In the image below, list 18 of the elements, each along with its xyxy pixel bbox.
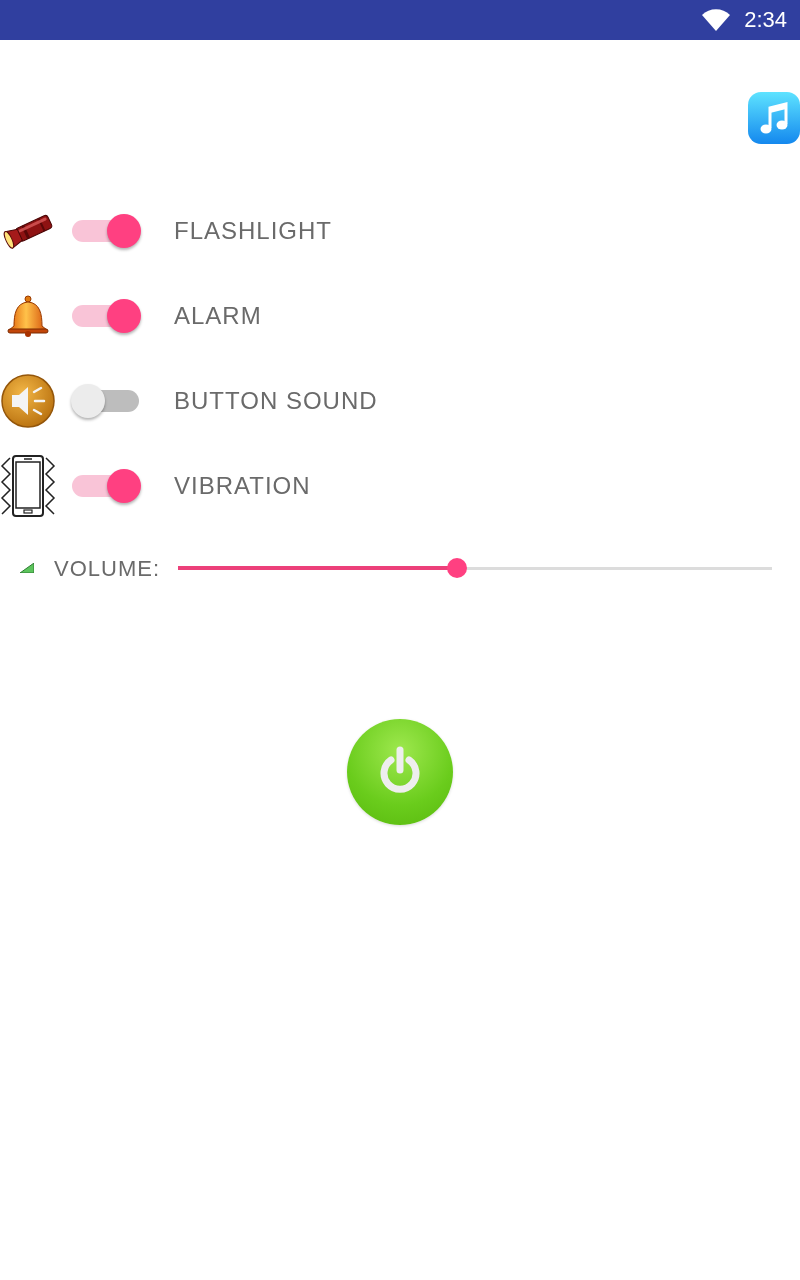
vibrating-phone-icon	[0, 453, 56, 518]
toggle-switch[interactable]	[71, 298, 141, 333]
bell-icon	[6, 294, 50, 337]
slider-thumb[interactable]	[447, 558, 468, 578]
toggle-switch[interactable]	[71, 383, 141, 418]
setting-label: FLASHLIGHT	[174, 215, 333, 246]
wifi-icon	[702, 9, 731, 31]
speaker-icon	[1, 373, 55, 428]
toggle-switch[interactable]	[71, 468, 141, 503]
setting-label: VIBRATION	[174, 470, 311, 501]
status-time: 2:34	[744, 9, 787, 31]
setting-label: BUTTON SOUND	[174, 385, 378, 416]
music-button[interactable]	[748, 92, 800, 144]
volume-label: VOLUME:	[54, 554, 161, 583]
setting-label: ALARM	[174, 300, 262, 331]
toggle-switch[interactable]	[71, 213, 141, 248]
signal-icon	[20, 563, 34, 573]
music-note-icon	[760, 101, 788, 135]
